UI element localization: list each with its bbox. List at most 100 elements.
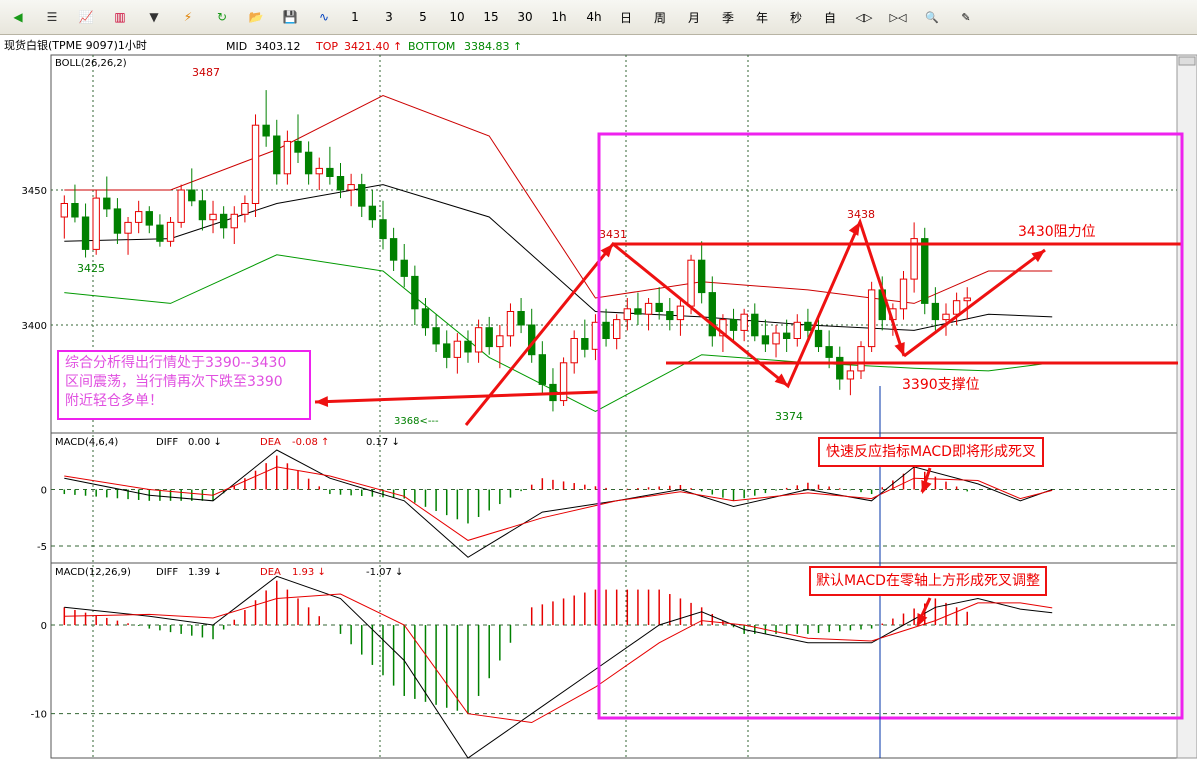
candle-body	[740, 313, 748, 331]
candle-body	[379, 219, 387, 240]
candle-body	[304, 151, 313, 175]
candle-body	[921, 238, 929, 304]
candle-body	[857, 346, 865, 372]
candle-body	[729, 319, 738, 331]
candle-body	[432, 327, 440, 345]
candle-body	[644, 302, 653, 315]
candle-body	[751, 313, 759, 337]
diff-value: 0.00 ↓	[188, 437, 222, 448]
price-tick-label: 3450	[22, 186, 47, 197]
candle-body	[846, 370, 855, 380]
candle-body	[464, 340, 472, 353]
candle-body	[963, 297, 971, 302]
candle-body	[559, 362, 568, 402]
candle-body	[198, 200, 207, 221]
candle-body	[634, 308, 642, 315]
candle-body	[804, 321, 812, 331]
candle-body	[326, 167, 334, 177]
candle-body	[389, 238, 398, 261]
candle-body	[666, 311, 674, 321]
low-label-3368: 3368<---	[394, 416, 439, 427]
candle-body	[814, 329, 823, 348]
resistance-label: 3430阻力位	[1018, 224, 1096, 240]
candle-body	[782, 332, 791, 340]
candle-body	[336, 176, 345, 191]
high-label-3431: 3431	[599, 228, 627, 241]
support-label: 3390支撑位	[902, 377, 980, 393]
candle-body	[581, 338, 589, 350]
low-label-3374: 3374	[775, 410, 803, 423]
candle-body	[60, 203, 68, 218]
candle-body	[166, 221, 175, 242]
candle-body	[209, 213, 217, 221]
candle-body	[772, 332, 780, 345]
candle-body	[81, 216, 90, 250]
candle-body	[273, 135, 281, 175]
candle-body	[697, 259, 706, 294]
diff-line	[64, 575, 1053, 759]
candle-body	[411, 275, 419, 310]
candle-body	[708, 292, 716, 337]
candle-body	[623, 308, 631, 321]
candle-body	[761, 335, 770, 345]
candle-body	[188, 189, 196, 202]
candle-body	[825, 346, 833, 358]
candle-body	[952, 300, 961, 315]
candle-body	[942, 313, 950, 321]
arrow-head	[921, 480, 932, 494]
candle-body	[358, 184, 366, 207]
boll-label: BOLL(26,26,2)	[55, 58, 127, 69]
candle-body	[368, 205, 377, 221]
candle-body	[443, 343, 451, 358]
macd-tick-label: 0	[41, 621, 47, 632]
candle-body	[836, 356, 844, 380]
candle-body	[793, 321, 801, 339]
high-label-3438: 3438	[847, 208, 875, 221]
boll-upper-line	[64, 94, 1053, 304]
candle-body	[570, 338, 578, 364]
candle-body	[230, 213, 238, 229]
hist-value: 0.17 ↓	[366, 437, 400, 448]
macd-tick-label: 0	[41, 486, 47, 497]
scroll-up-button	[1178, 56, 1196, 66]
analysis-line-3: 附近轻仓多单！	[65, 393, 163, 409]
candle-body	[687, 259, 695, 307]
candle-body	[156, 224, 164, 242]
diff-label: DIFF	[156, 437, 178, 448]
candle-body	[177, 189, 185, 223]
candle-body	[92, 197, 100, 250]
candle-body	[453, 340, 462, 358]
candle-body	[251, 124, 260, 204]
right-scrollbar	[1176, 54, 1197, 759]
candle-body	[71, 203, 79, 218]
candle-body	[506, 311, 515, 337]
macd-tick-label: -5	[37, 542, 47, 553]
dea-line	[64, 593, 1053, 724]
candle-body	[103, 197, 111, 210]
candle-body	[145, 211, 153, 226]
pointer-line	[314, 390, 601, 404]
macd-label: MACD(4,6,4)	[55, 437, 118, 448]
candle-body	[400, 259, 408, 277]
candle-body	[931, 302, 940, 321]
macd-tick-label: -10	[31, 710, 47, 721]
macd-label: MACD(12,26,9)	[55, 567, 131, 578]
candle-body	[867, 289, 876, 348]
price-tick-label: 3400	[22, 321, 47, 332]
candle-body	[676, 305, 685, 321]
analysis-line-1: 综合分析得出行情处于3390--3430	[65, 355, 287, 371]
candle-body	[315, 167, 323, 175]
low-label-3425: 3425	[77, 262, 105, 275]
default-macd-note: 默认MACD在零轴上方形成死叉调整	[809, 566, 1047, 596]
candle-body	[613, 319, 621, 340]
dea-label: DEA	[260, 437, 281, 448]
candle-body	[474, 327, 483, 353]
arrow-head	[315, 396, 329, 407]
candle-body	[283, 140, 292, 175]
candle-body	[134, 211, 143, 223]
diff-label: DIFF	[156, 567, 178, 578]
highlight-box	[597, 132, 1184, 720]
candle-body	[602, 321, 610, 339]
dea-value: -0.08 ↑	[292, 437, 329, 448]
candle-body	[241, 203, 249, 215]
